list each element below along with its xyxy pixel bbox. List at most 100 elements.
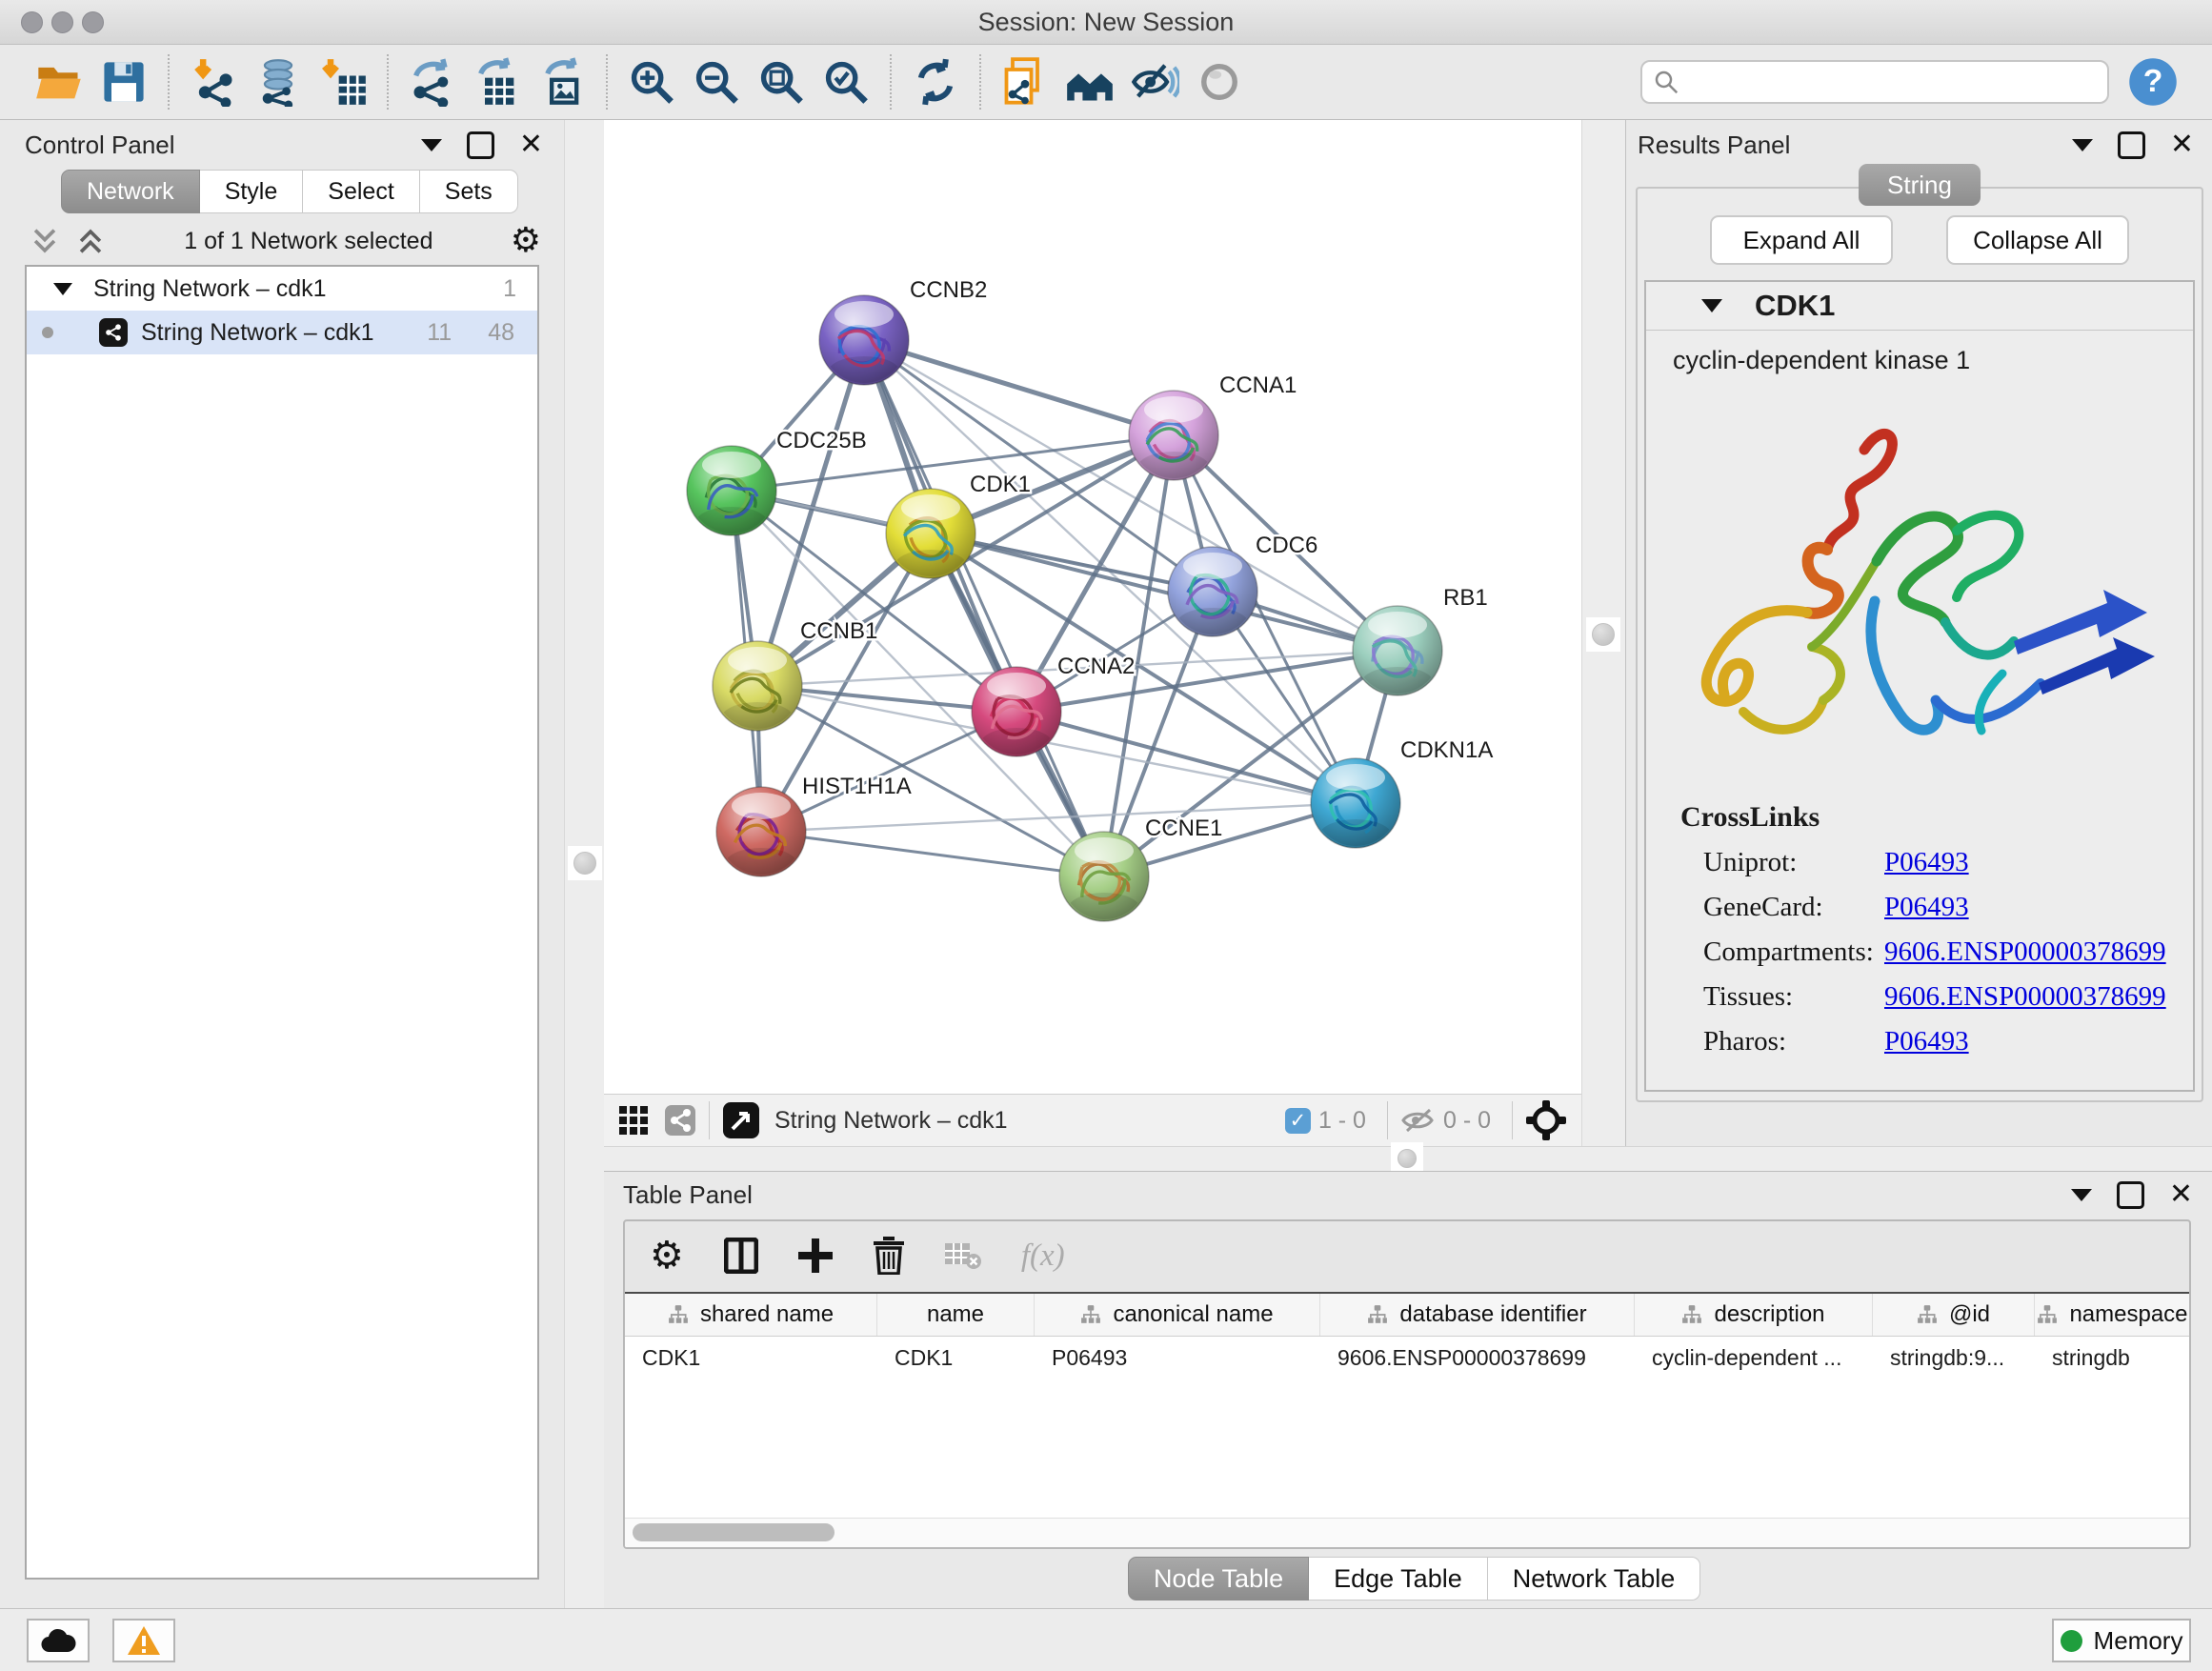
node-CDKN1A[interactable]	[1311, 758, 1400, 852]
tab-network[interactable]: Network	[61, 170, 200, 213]
float-panel-icon[interactable]	[2118, 131, 2145, 159]
tab-select[interactable]: Select	[303, 170, 419, 213]
fit-selected-crosshair-icon[interactable]	[1526, 1100, 1566, 1140]
search-field[interactable]	[1640, 60, 2109, 104]
hidden-items-icon[interactable]	[1401, 1107, 1436, 1134]
crosslink-link[interactable]: 9606.ENSP00000378699	[1884, 936, 2166, 968]
tab-node-table[interactable]: Node Table	[1128, 1557, 1309, 1601]
tab-string[interactable]: String	[1859, 164, 1981, 206]
node-RB1[interactable]	[1353, 606, 1442, 699]
search-input[interactable]	[1680, 68, 2098, 96]
table-cell[interactable]: 9606.ENSP00000378699	[1320, 1337, 1635, 1379]
node-CDC25B[interactable]	[687, 446, 776, 539]
show-columns-icon[interactable]	[724, 1238, 758, 1274]
close-panel-icon[interactable]: ✕	[2169, 1180, 2193, 1209]
right-splitter[interactable]	[1581, 120, 1627, 1146]
horizontal-scrollbar[interactable]	[625, 1518, 2189, 1547]
help-icon[interactable]: ?	[2126, 55, 2180, 109]
zoom-selected-icon[interactable]	[819, 55, 873, 109]
import-table-file-icon[interactable]	[316, 55, 370, 109]
float-panel-icon[interactable]	[2117, 1181, 2144, 1209]
crosslink-link[interactable]: P06493	[1884, 892, 1969, 923]
column-header-canonical-name[interactable]: canonical name	[1035, 1294, 1320, 1336]
zoom-out-icon[interactable]	[690, 55, 743, 109]
scrollbar-thumb[interactable]	[633, 1523, 835, 1541]
grid-view-icon[interactable]	[619, 1106, 648, 1135]
tab-edge-table[interactable]: Edge Table	[1309, 1557, 1488, 1601]
zoom-fit-icon[interactable]	[754, 55, 808, 109]
table-cell[interactable]: cyclin-dependent ...	[1635, 1337, 1873, 1379]
column-header-shared-name[interactable]: shared name	[625, 1294, 877, 1336]
network-options-gear-icon[interactable]: ⚙	[511, 224, 541, 258]
horizontal-splitter[interactable]	[604, 1146, 2212, 1172]
table-options-gear-icon[interactable]: ⚙	[650, 1237, 684, 1275]
node-label-RB1: RB1	[1443, 585, 1488, 611]
refresh-icon[interactable]	[909, 55, 962, 109]
collapse-entry-icon[interactable]	[1701, 299, 1722, 312]
delete-column-trash-icon[interactable]	[873, 1237, 905, 1275]
show-all-icon[interactable]	[1193, 55, 1246, 109]
export-network-icon[interactable]	[406, 55, 459, 109]
edge-CDK1-RB1[interactable]	[931, 534, 1398, 651]
tab-style[interactable]: Style	[200, 170, 304, 213]
left-splitter[interactable]	[564, 120, 606, 1608]
create-column-plus-icon[interactable]	[798, 1238, 833, 1273]
network-view-icon[interactable]	[665, 1105, 695, 1136]
node-CDK1[interactable]	[886, 489, 975, 582]
collapse-all-button[interactable]: Collapse All	[1946, 215, 2129, 265]
node-CCNA1[interactable]	[1129, 391, 1218, 484]
import-network-file-icon[interactable]	[187, 55, 240, 109]
edge-CCNB2-CCNA1[interactable]	[864, 340, 1174, 435]
expand-all-button[interactable]: Expand All	[1710, 215, 1893, 265]
close-panel-icon[interactable]: ✕	[519, 131, 543, 159]
hide-selected-icon[interactable]	[1128, 55, 1181, 109]
crosslink-link[interactable]: 9606.ENSP00000378699	[1884, 981, 2166, 1013]
table-cell[interactable]: stringdb	[2035, 1337, 2191, 1379]
save-session-icon[interactable]	[97, 55, 151, 109]
table-cell[interactable]: CDK1	[625, 1337, 877, 1379]
first-neighbors-icon[interactable]	[1063, 55, 1116, 109]
collapse-all-tree-icon[interactable]	[74, 225, 107, 257]
selected-nodes-checkbox-icon[interactable]: ✓	[1285, 1108, 1311, 1134]
tab-sets[interactable]: Sets	[420, 170, 518, 213]
panel-menu-icon[interactable]	[2071, 1189, 2092, 1201]
zoom-in-icon[interactable]	[625, 55, 678, 109]
column-header-database-identifier[interactable]: database identifier	[1320, 1294, 1635, 1336]
column-header-name[interactable]: name	[877, 1294, 1035, 1336]
warnings-button[interactable]	[112, 1619, 175, 1662]
node-CCNA2[interactable]	[972, 667, 1061, 760]
import-network-database-icon[interactable]	[251, 55, 305, 109]
birds-eye-view-icon[interactable]	[723, 1102, 759, 1138]
panel-menu-icon[interactable]	[2072, 139, 2093, 151]
network-row[interactable]: String Network – cdk1 11 48	[27, 311, 537, 354]
crosslink-link[interactable]: P06493	[1884, 1026, 1969, 1057]
collection-expand-icon[interactable]	[53, 283, 72, 295]
table-cell[interactable]: stringdb:9...	[1873, 1337, 2035, 1379]
expand-all-tree-icon[interactable]	[29, 225, 61, 257]
column-header-description[interactable]: description	[1635, 1294, 1873, 1336]
network-canvas[interactable]: CCNB2CCNA1CDC25BCDK1CDC6RB1CCNB1CCNA2CDK…	[604, 120, 1581, 1094]
close-panel-icon[interactable]: ✕	[2170, 131, 2194, 159]
table-cell[interactable]: CDK1	[877, 1337, 1035, 1379]
table-row[interactable]: CDK1CDK1P064939606.ENSP00000378699cyclin…	[625, 1337, 2189, 1379]
column-header--id[interactable]: @id	[1873, 1294, 2035, 1336]
network-collection-row[interactable]: String Network – cdk1 1	[27, 267, 537, 311]
node-HIST1H1A[interactable]	[716, 787, 806, 880]
open-session-icon[interactable]	[32, 55, 86, 109]
node-CDC6[interactable]	[1168, 547, 1257, 640]
protein-header-row[interactable]: CDK1	[1646, 282, 2193, 331]
duplicate-network-icon[interactable]	[998, 55, 1052, 109]
tab-network-table[interactable]: Network Table	[1488, 1557, 1701, 1601]
edge-HIST1H1A-CCNE1[interactable]	[761, 832, 1104, 876]
column-header-namespace[interactable]: namespace	[2035, 1294, 2191, 1336]
export-image-icon[interactable]	[535, 55, 589, 109]
float-panel-icon[interactable]	[467, 131, 494, 159]
memory-button[interactable]: Memory	[2052, 1619, 2191, 1662]
panel-menu-icon[interactable]	[421, 139, 442, 151]
node-CCNE1[interactable]	[1059, 832, 1149, 925]
crosslink-link[interactable]: P06493	[1884, 847, 1969, 878]
cloud-status-button[interactable]	[27, 1619, 90, 1662]
node-CCNB1[interactable]	[713, 641, 802, 735]
table-cell[interactable]: P06493	[1035, 1337, 1320, 1379]
export-table-icon[interactable]	[471, 55, 524, 109]
